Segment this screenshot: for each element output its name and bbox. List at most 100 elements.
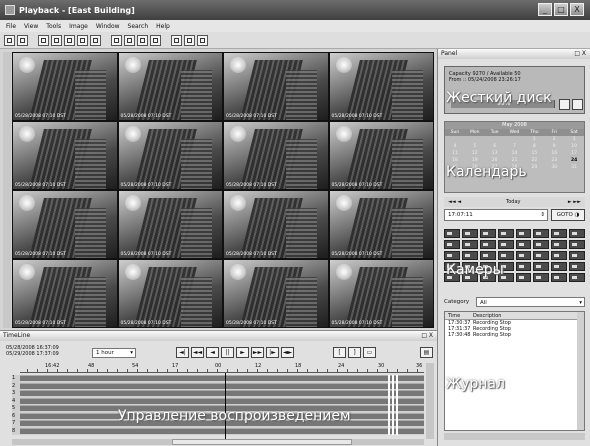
camera-select-button[interactable] [569, 273, 585, 282]
calendar-day[interactable]: 6 [485, 143, 505, 150]
menu-view[interactable]: View [24, 23, 38, 30]
close-button[interactable]: X [570, 3, 584, 16]
camera-select-button[interactable] [515, 240, 532, 249]
calendar-day[interactable]: 3 [564, 136, 584, 143]
menu-tools[interactable]: Tools [46, 23, 61, 30]
camera-select-button[interactable] [533, 251, 550, 260]
camera-select-button[interactable] [461, 229, 478, 238]
camera-select-button[interactable] [515, 262, 532, 271]
camera-select-button[interactable] [515, 251, 532, 260]
calendar-day[interactable]: 17 [564, 150, 584, 157]
calendar-day[interactable]: 21 [505, 157, 525, 164]
next-nav-button[interactable]: ► ►► [568, 197, 581, 207]
camera-view[interactable]: 05/28/2008 07:10 DST [118, 191, 222, 258]
timeline-pin-close[interactable]: □ X [421, 331, 433, 341]
first-frame-button[interactable]: ◄| [176, 347, 189, 358]
camera-select-button[interactable] [479, 251, 496, 260]
maximize-button[interactable]: □ [554, 3, 568, 16]
calendar-day[interactable]: 9 [544, 143, 564, 150]
calendar-day[interactable]: 5 [465, 143, 485, 150]
calendar-day[interactable]: 16 [544, 150, 564, 157]
camera-select-button[interactable] [551, 229, 568, 238]
calendar-day[interactable]: 10 [564, 143, 584, 150]
mark-out-button[interactable]: ] [348, 347, 361, 358]
camera-view[interactable]: 05/28/2008 07:10 DST [329, 122, 433, 189]
camera-view[interactable]: 05/28/2008 07:10 DST [118, 122, 222, 189]
range-select[interactable]: 1 hour ▾ [92, 348, 136, 358]
calendar-day[interactable]: 22 [524, 157, 544, 164]
timeline-tracks[interactable]: 12345678 [12, 375, 424, 435]
camera-select-button[interactable] [444, 251, 460, 260]
calendar-day[interactable]: 2 [544, 136, 564, 143]
calendar-day[interactable]: 31 [564, 164, 584, 171]
timeline-export-button[interactable]: ▤ [420, 347, 433, 358]
export-button[interactable] [77, 34, 88, 46]
menu-search[interactable]: Search [128, 23, 149, 30]
disk-refresh-button[interactable] [559, 99, 570, 110]
record-button[interactable] [90, 34, 101, 46]
calendar-day[interactable]: 12 [465, 150, 485, 157]
grid-9-button[interactable] [137, 34, 148, 46]
calendar-day[interactable]: 19 [465, 157, 485, 164]
camera-view[interactable]: 05/28/2008 07:10 DST [13, 53, 117, 120]
calendar-day[interactable]: 7 [505, 143, 525, 150]
calendar-day[interactable]: 13 [485, 150, 505, 157]
camera-select-button[interactable] [479, 240, 496, 249]
camera-select-button[interactable] [515, 229, 532, 238]
calendar-day[interactable]: 18 [445, 157, 465, 164]
camera-select-button[interactable] [461, 240, 478, 249]
calendar-day[interactable]: 14 [505, 150, 525, 157]
camera-view[interactable]: 05/28/2008 07:10 DST [118, 53, 222, 120]
minimize-button[interactable]: _ [538, 3, 552, 16]
camera-select-button[interactable] [533, 240, 550, 249]
menu-window[interactable]: Window [96, 23, 120, 30]
camera-select-button[interactable] [569, 251, 585, 260]
camera-select-button[interactable] [533, 273, 550, 282]
panel-pin-close[interactable]: □ X [574, 49, 586, 59]
camera-select-button[interactable] [497, 251, 514, 260]
timeline-track[interactable] [20, 382, 424, 389]
pause-button[interactable]: || [221, 347, 234, 358]
calendar-day[interactable]: 30 [544, 164, 564, 171]
camera-select-button[interactable] [497, 229, 514, 238]
camera-select-button[interactable] [551, 251, 568, 260]
timeline-vscroll[interactable] [426, 363, 434, 439]
calendar-day[interactable]: 24 [564, 157, 584, 164]
menu-file[interactable]: File [6, 23, 16, 30]
camera-select-button[interactable] [444, 240, 460, 249]
camera-view[interactable]: 05/28/2008 07:10 DST [13, 122, 117, 189]
calendar-day[interactable]: 15 [524, 150, 544, 157]
grid-1-button[interactable] [111, 34, 122, 46]
menu-image[interactable]: Image [69, 23, 88, 30]
camera-select-button[interactable] [569, 240, 585, 249]
layout-4-button[interactable] [17, 34, 28, 46]
camera-select-button[interactable] [479, 229, 496, 238]
camera-select-button[interactable] [551, 240, 568, 249]
fast-rewind-button[interactable]: ◄◄ [191, 347, 204, 358]
journal-vscroll[interactable] [577, 312, 584, 430]
camera-select-button[interactable] [533, 229, 550, 238]
play-backward-button[interactable]: ◄ [206, 347, 219, 358]
camera-select-button[interactable] [515, 273, 532, 282]
prev-nav-button[interactable]: ◄◄ ◄ [448, 197, 461, 207]
layout-1-button[interactable] [4, 34, 15, 46]
camera-select-button[interactable] [497, 240, 514, 249]
speed-button[interactable]: ◄► [281, 347, 294, 358]
camera-select-button[interactable] [569, 262, 585, 271]
disk-settings-button[interactable] [572, 99, 583, 110]
timeline-cursor[interactable] [225, 373, 226, 441]
left-scrollbar[interactable] [3, 52, 11, 328]
camera-view[interactable]: 05/28/2008 07:10 DST [329, 191, 433, 258]
print-button[interactable] [51, 34, 62, 46]
timeline-track[interactable] [20, 427, 424, 434]
time-ruler[interactable]: 16:42 48 54 17 00 12 18 24 30 36 [20, 363, 424, 373]
camera-view[interactable]: 05/28/2008 07:10 DST [13, 191, 117, 258]
camera-select-button[interactable] [551, 273, 568, 282]
camera-view[interactable]: 05/28/2008 07:10 DST [224, 260, 328, 327]
timeline-hscroll[interactable] [12, 439, 424, 445]
camera-select-button[interactable] [444, 229, 460, 238]
camera-view[interactable]: 05/28/2008 07:10 DST [118, 260, 222, 327]
timeline-track[interactable] [20, 397, 424, 404]
camera-view[interactable]: 05/28/2008 07:10 DST [13, 260, 117, 327]
camera-view[interactable]: 05/28/2008 07:10 DST [224, 122, 328, 189]
